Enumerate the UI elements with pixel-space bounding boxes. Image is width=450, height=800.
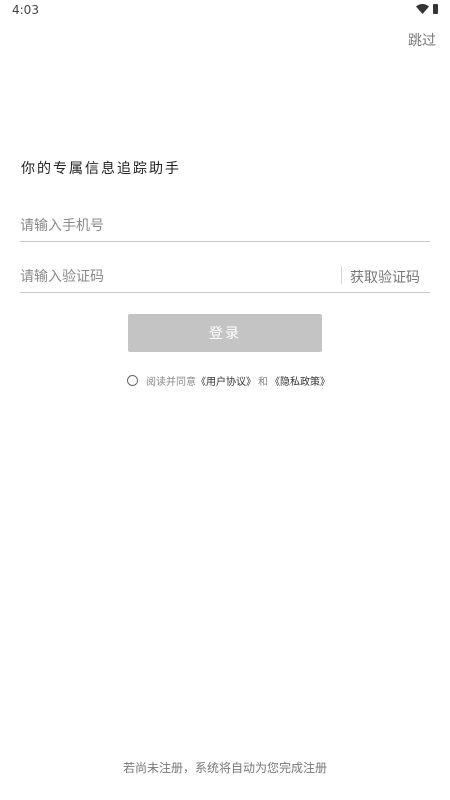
phone-input[interactable]: [20, 212, 430, 240]
wifi-icon: [416, 4, 429, 14]
status-bar: 4:03: [0, 0, 450, 20]
agreement-row: 阅读并同意 《用户协议》 和 《隐私政策》: [127, 373, 330, 388]
agreement-prefix: 阅读并同意: [146, 377, 196, 388]
agree-checkbox[interactable]: [127, 375, 138, 386]
user-agreement-link[interactable]: 《用户协议》: [196, 373, 256, 388]
code-divider: [341, 266, 342, 284]
auto-register-note: 若尚未注册，系统将自动为您完成注册: [122, 761, 327, 775]
agreement-and: 和: [258, 377, 268, 388]
code-field-container: 获取验证码: [20, 263, 430, 293]
status-time: 4:03: [12, 3, 39, 17]
verification-code-input[interactable]: [20, 263, 330, 291]
privacy-policy-link[interactable]: 《隐私政策》: [270, 373, 330, 388]
phone-field-container: [20, 212, 430, 242]
status-icons: [416, 4, 438, 14]
battery-icon: [433, 4, 438, 14]
get-code-button[interactable]: 获取验证码: [350, 267, 420, 287]
skip-button[interactable]: 跳过: [408, 30, 436, 50]
page-tagline: 你的专属信息追踪助手: [21, 161, 181, 177]
login-button[interactable]: 登录: [128, 314, 322, 352]
